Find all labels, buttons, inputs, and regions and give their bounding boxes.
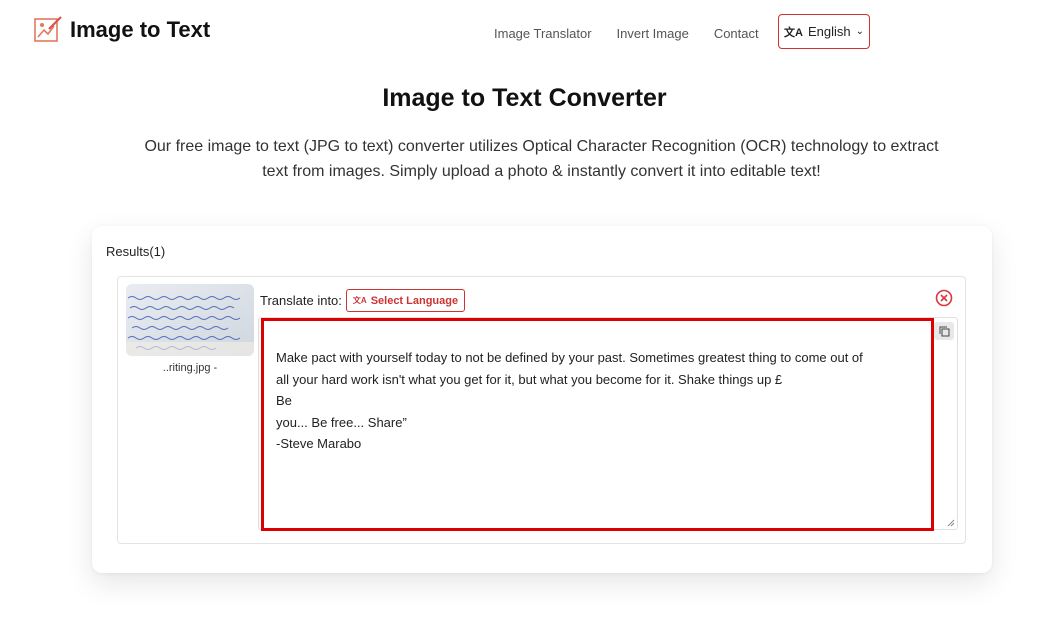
language-selector[interactable]: 文A English ⌄ bbox=[778, 14, 870, 49]
logo-icon bbox=[34, 16, 62, 42]
select-language-button[interactable]: 文A Select Language bbox=[345, 289, 466, 312]
handwriting-image bbox=[126, 284, 254, 356]
logo-text: Image to Text bbox=[70, 17, 211, 42]
result-item: ..riting.jpg - Translate into: 文A Select… bbox=[117, 276, 966, 544]
chevron-down-icon: ⌄ bbox=[855, 26, 864, 37]
nav-invert-image[interactable]: Invert Image bbox=[617, 26, 689, 41]
logo[interactable]: Image to Text bbox=[34, 16, 210, 44]
translate-mini-icon: 文A bbox=[352, 296, 367, 305]
select-language-label: Select Language bbox=[370, 294, 459, 307]
translate-label: Translate into: bbox=[260, 293, 342, 308]
language-label: English bbox=[807, 24, 851, 39]
results-card: Results(1) ..riting.jpg - Translate into… bbox=[92, 226, 992, 573]
results-label: Results(1) bbox=[106, 244, 166, 259]
ocr-result-box: Make pact with yourself today to not be … bbox=[258, 317, 958, 531]
main-nav: Image Translator Invert Image Contact bbox=[494, 26, 784, 41]
header: Image to Text Image Translator Invert Im… bbox=[0, 0, 1049, 66]
close-icon[interactable] bbox=[935, 289, 953, 307]
resize-handle-icon[interactable] bbox=[947, 519, 955, 527]
nav-image-translator[interactable]: Image Translator bbox=[494, 26, 592, 41]
ocr-text-output[interactable]: Make pact with yourself today to not be … bbox=[261, 318, 934, 531]
nav-contact[interactable]: Contact bbox=[714, 26, 759, 41]
image-thumbnail[interactable] bbox=[126, 284, 254, 356]
page-title: Image to Text Converter bbox=[382, 84, 667, 112]
copy-button[interactable] bbox=[934, 322, 954, 340]
copy-icon bbox=[939, 326, 949, 336]
file-name: ..riting.jpg - bbox=[162, 362, 218, 374]
page-description: Our free image to text (JPG to text) con… bbox=[144, 138, 939, 180]
translate-icon: 文A bbox=[784, 26, 803, 39]
translate-row: Translate into: 文A Select Language bbox=[260, 289, 466, 312]
